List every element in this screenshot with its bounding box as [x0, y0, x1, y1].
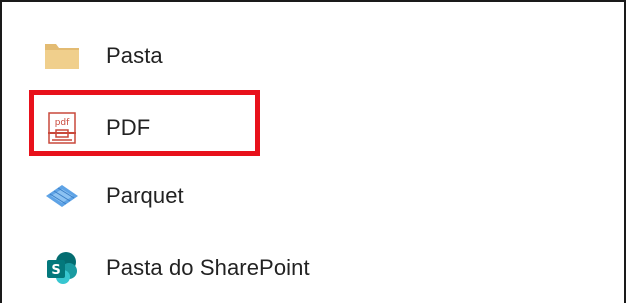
list-item-sharepoint[interactable]: S Pasta do SharePoint	[42, 248, 310, 288]
list-item-label: Pasta do SharePoint	[106, 255, 310, 280]
svg-text:pdf: pdf	[55, 118, 70, 128]
list-item-parquet[interactable]: Parquet	[42, 176, 184, 216]
list-item-label: Pasta	[106, 43, 163, 68]
list-item-pasta[interactable]: Pasta	[42, 36, 163, 76]
list-item-pdf[interactable]: pdf PDF	[42, 108, 150, 148]
folder-icon	[42, 36, 82, 76]
parquet-icon	[42, 176, 82, 216]
source-list-panel: Pasta pdf PDF Parquet S Pasta do SharePo…	[0, 0, 626, 303]
svg-text:S: S	[51, 263, 60, 278]
list-item-label: Parquet	[106, 183, 184, 208]
list-item-label: PDF	[106, 115, 151, 140]
sharepoint-icon: S	[42, 248, 82, 288]
pdf-icon: pdf	[42, 108, 82, 148]
